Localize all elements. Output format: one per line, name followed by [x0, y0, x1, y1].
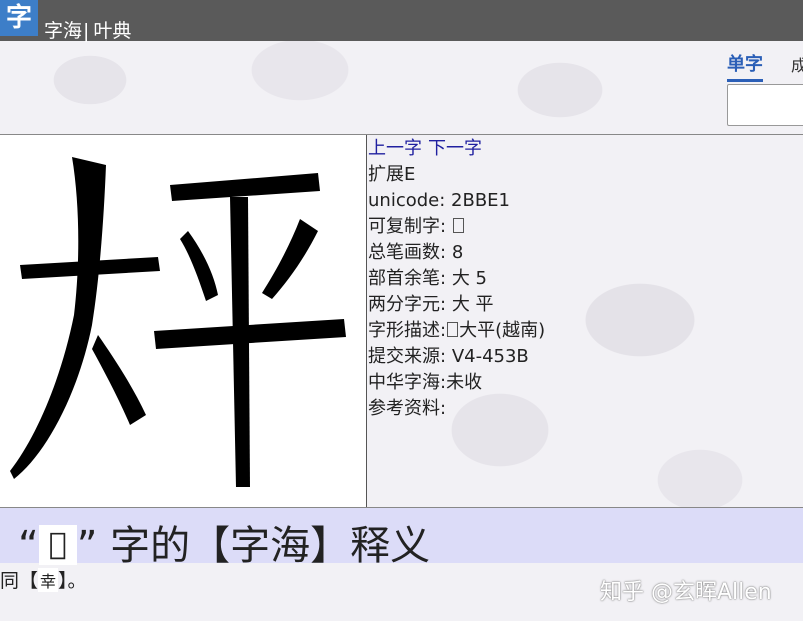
heading-char: 𫯡	[38, 525, 77, 565]
quote-close: ”	[76, 523, 98, 569]
info-label: 总笔画数:	[368, 242, 447, 263]
def-prefix: 同【	[0, 570, 39, 592]
info-label: 参考资料:	[368, 398, 447, 419]
tab-single-char[interactable]: 单字	[727, 50, 763, 82]
info-value: 大 5	[451, 268, 487, 289]
info-value: 未收	[446, 372, 483, 393]
glyph-image-panel	[0, 135, 367, 508]
definition-line: 同【幸】。	[0, 566, 87, 593]
title-separator: |	[83, 20, 90, 42]
ids-operator-box	[447, 322, 459, 337]
site-subtitle[interactable]: 叶典	[93, 20, 131, 42]
info-row-radical: 部首余笔: 大 5	[368, 266, 545, 292]
quote-open: “	[18, 523, 39, 569]
info-row-ids: 字形描述: 大平(越南)	[368, 318, 545, 344]
info-label: unicode:	[368, 190, 446, 211]
glyph-image	[10, 157, 346, 487]
unicode-block: 扩展E	[368, 164, 416, 185]
info-row-source: 提交来源: V4-453B	[368, 344, 545, 370]
char-nav: 上一字 下一字	[368, 136, 545, 162]
site-logo[interactable]: 字	[0, 0, 38, 36]
info-value: V4-453B	[451, 346, 529, 367]
info-value: 大 平	[451, 294, 494, 315]
info-value: 8	[451, 242, 464, 263]
info-value: 大平(越南)	[459, 320, 546, 341]
info-row-unicode: unicode: 2BBE1	[368, 188, 545, 214]
definition-heading: “𫯡” 字的【字海】释义	[18, 513, 430, 571]
info-row-components: 两分字元: 大 平	[368, 292, 545, 318]
info-row-copyable: 可复制字:	[368, 214, 545, 240]
search-input[interactable]	[727, 84, 803, 126]
info-label: 字形描述:	[368, 320, 447, 341]
site-title: 字海| 叶典	[44, 16, 131, 43]
info-row-references: 参考资料:	[368, 396, 545, 422]
site-name[interactable]: 字海	[44, 20, 82, 42]
def-char[interactable]: 幸	[38, 568, 59, 592]
heading-rest: 字的【字海】释义	[97, 523, 431, 569]
copyable-char-box[interactable]	[452, 218, 464, 233]
tab-next[interactable]: 成	[791, 52, 803, 76]
info-row-zhonghua: 中华字海:未收	[368, 370, 545, 396]
info-label: 部首余笔:	[368, 268, 447, 289]
prev-char-link[interactable]: 上一字	[368, 138, 422, 159]
top-bar: 字 字海| 叶典	[0, 0, 803, 43]
def-suffix: 】。	[58, 570, 87, 592]
info-label: 提交来源:	[368, 346, 447, 367]
info-label: 中华字海:	[368, 372, 447, 393]
watermark: 知乎 @玄晖Allen	[600, 580, 772, 605]
info-value: 2BBE1	[451, 190, 511, 211]
info-row-strokes: 总笔画数: 8	[368, 240, 545, 266]
next-char-link[interactable]: 下一字	[428, 138, 482, 159]
info-label: 两分字元:	[368, 294, 447, 315]
info-label: 可复制字:	[368, 216, 447, 237]
char-info-panel: 上一字 下一字 扩展E unicode: 2BBE1 可复制字: 总笔画数: 8 …	[368, 136, 545, 422]
